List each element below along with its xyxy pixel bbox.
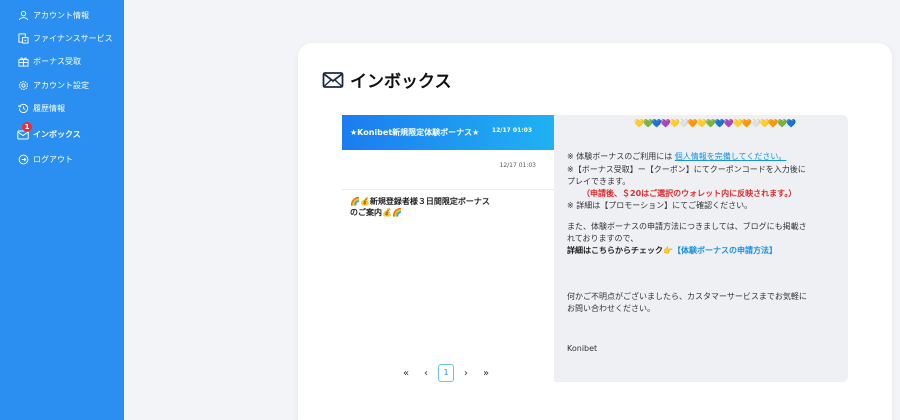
detail-line-6: また、体験ボーナスの申請方法につきましては、ブログにも掲載さ bbox=[567, 222, 807, 231]
sidebar-item-label: ログアウト bbox=[33, 155, 73, 164]
sidebar-item-finance[interactable]: ファイナンスサービス bbox=[0, 27, 124, 49]
sidebar-item-label: アカウント情報 bbox=[33, 11, 89, 20]
message-detail: 💛💚💙💜💛🤍🧡💛💚💙💜💛🧡🤍💛🧡💚💙 ※ 体験ボーナスのご利用には 個人情報を完… bbox=[554, 115, 848, 382]
detail-line-5: ※ 詳細は【プロモーション】にてご確認ください。 bbox=[567, 201, 753, 210]
sidebar-item-label: アカウント設定 bbox=[33, 81, 89, 90]
sidebar-item-label: ファイナンスサービス bbox=[33, 34, 113, 43]
personal-info-link[interactable]: 個人情報を完備してください。 bbox=[675, 152, 787, 161]
history-icon bbox=[16, 101, 30, 115]
prev-page-button[interactable]: ‹ bbox=[418, 368, 434, 379]
detail-line-2: ※【ボーナス受取】ー【クーポン】にてクーポンコードを入力後に bbox=[567, 165, 806, 174]
message-subject: 🌈💰新規登録者様３日間限定ボーナスのご案内💰🌈 bbox=[350, 197, 490, 217]
sidebar-item-account-info[interactable]: アカウント情報 bbox=[0, 4, 124, 26]
gift-icon bbox=[16, 54, 30, 68]
detail-line-3: プレイできます。 bbox=[567, 177, 631, 186]
finance-icon bbox=[16, 31, 30, 45]
sidebar-item-history[interactable]: 履歴情報 bbox=[0, 97, 124, 119]
sidebar-item-label: 履歴情報 bbox=[33, 104, 65, 113]
last-page-button[interactable]: » bbox=[478, 368, 494, 379]
pagination: « ‹ 1 › » bbox=[398, 364, 494, 382]
sidebar-item-logout[interactable]: ログアウト bbox=[0, 148, 124, 170]
detail-line-10: お問い合わせください。 bbox=[567, 304, 655, 313]
message-item[interactable]: 🌈💰新規登録者様３日間限定ボーナスのご案内💰🌈 12/17 01:03 bbox=[342, 150, 554, 217]
detail-line-9: 何かご不明点がございましたら、カスタマーサービスまでお気軽に bbox=[567, 292, 807, 301]
message-item-selected[interactable]: ★Konibet新規限定体験ボーナス★ 12/17 01:03 bbox=[342, 115, 554, 150]
sidebar-item-inbox[interactable]: 1 インボックス bbox=[0, 122, 124, 145]
detail-text: ※ 体験ボーナスのご利用には bbox=[567, 152, 675, 161]
inbox-title-text: インボックス bbox=[350, 72, 452, 92]
detail-text: 詳細はこちらからチェック👉 bbox=[567, 246, 673, 255]
page-1-button[interactable]: 1 bbox=[438, 364, 454, 382]
next-page-button[interactable]: › bbox=[458, 368, 474, 379]
detail-signature: Konibet bbox=[567, 344, 598, 353]
bonus-application-link[interactable]: 【体験ボーナスの申請方法】 bbox=[673, 246, 777, 255]
hearts-decoration: 💛💚💙💜💛🤍🧡💛💚💙💜💛🧡🤍💛🧡💚💙 bbox=[634, 119, 796, 128]
detail-line-4-alert: （申請後、＄20はご選択のウォレット内に反映されます。） bbox=[582, 189, 797, 198]
first-page-button[interactable]: « bbox=[398, 368, 414, 379]
sidebar-item-account-settings[interactable]: アカウント設定 bbox=[0, 74, 124, 96]
envelope-icon bbox=[322, 69, 344, 91]
inbox-badge: 1 bbox=[22, 122, 32, 132]
message-subject: ★Konibet新規限定体験ボーナス★ bbox=[350, 128, 480, 137]
detail-line-1: ※ 体験ボーナスのご利用には 個人情報を完備してください。 bbox=[567, 151, 786, 162]
message-date: 12/17 01:03 bbox=[491, 127, 532, 134]
user-icon bbox=[16, 8, 30, 22]
detail-line-8: 詳細はこちらからチェック👉【体験ボーナスの申請方法】 bbox=[567, 245, 777, 256]
logout-icon bbox=[16, 152, 30, 166]
detail-line-7: れておりますので、 bbox=[567, 234, 639, 243]
sidebar-item-label: ボーナス受取 bbox=[33, 57, 81, 66]
sidebar: アカウント情報 ファイナンスサービス ボーナス受取 アカウント設定 履歴情報 1… bbox=[0, 0, 124, 420]
message-list: ★Konibet新規限定体験ボーナス★ 12/17 01:03 🌈💰新規登録者様… bbox=[342, 115, 554, 217]
sidebar-item-label: インボックス bbox=[33, 130, 81, 139]
message-date: 12/17 01:03 bbox=[499, 162, 537, 169]
sidebar-item-bonus[interactable]: ボーナス受取 bbox=[0, 50, 124, 72]
gear-icon bbox=[16, 78, 30, 92]
page-title: インボックス bbox=[322, 67, 452, 92]
